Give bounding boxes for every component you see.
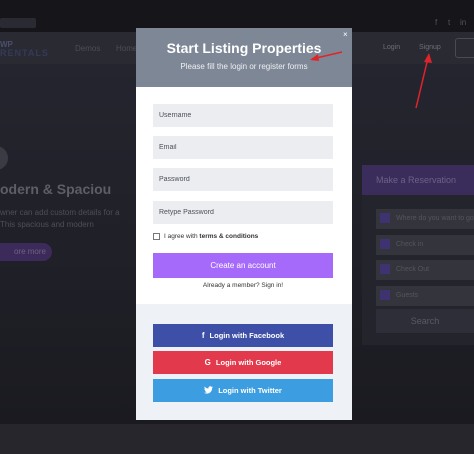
site-footer (0, 424, 474, 454)
google-icon: G (204, 358, 211, 367)
reservation-guests-field[interactable]: Guests (376, 286, 474, 306)
facebook-icon[interactable]: f (435, 18, 437, 27)
hero-title: odern & Spaciou (0, 181, 112, 197)
linkedin-icon[interactable]: in (460, 18, 466, 27)
reservation-search-button[interactable]: Search (376, 309, 474, 333)
reservation-where-field[interactable]: Where do you want to go (376, 209, 474, 229)
facebook-login-button[interactable]: f Login with Facebook (153, 324, 333, 347)
password-field[interactable] (153, 168, 333, 191)
terms-checkbox[interactable] (153, 233, 160, 240)
reservation-title: Make a Reservation (376, 175, 457, 185)
create-account-button[interactable]: Create an account (153, 253, 333, 278)
reservation-checkin-text: Check in (396, 241, 424, 248)
google-login-button[interactable]: G Login with Google (153, 351, 333, 374)
reservation-header: Make a Reservation (362, 165, 474, 195)
nav-submit-property-button[interactable] (455, 38, 474, 58)
retype-password-field[interactable] (153, 201, 333, 224)
twitter-login-label: Login with Twitter (218, 386, 282, 395)
calendar-icon (380, 264, 390, 274)
facebook-icon: f (201, 331, 205, 340)
facebook-login-label: Login with Facebook (209, 331, 285, 340)
terms-label: I agree with terms & conditions (164, 233, 258, 241)
nav-signup[interactable]: Signup (419, 44, 441, 51)
email-field[interactable] (153, 136, 333, 159)
nav-home[interactable]: Home (116, 44, 137, 53)
reservation-checkout-field[interactable]: Check Out (376, 260, 474, 280)
terms-link[interactable]: terms & conditions (199, 233, 258, 240)
calendar-icon (380, 239, 390, 249)
google-login-label: Login with Google (215, 358, 282, 367)
twitter-icon[interactable]: t (448, 18, 450, 27)
reservation-checkout-text: Check Out (396, 266, 430, 273)
modal-header: Start Listing Properties Please fill the… (136, 28, 352, 87)
reservation-where-text: Where do you want to go (396, 215, 474, 222)
username-field[interactable] (153, 104, 333, 127)
modal-title: Start Listing Properties (166, 40, 322, 56)
nav-demos[interactable]: Demos (75, 44, 100, 53)
reservation-checkin-field[interactable]: Check in (376, 235, 474, 255)
sign-in-link[interactable]: Already a member? Sign in! (153, 282, 333, 289)
hero-more-button[interactable]: ore more (0, 243, 52, 261)
site-logo-bottom[interactable]: RENTALS (0, 48, 49, 58)
modal-subtitle: Please fill the login or register forms (180, 62, 308, 71)
reservation-guests-text: Guests (396, 292, 419, 299)
twitter-icon (204, 386, 214, 394)
twitter-login-button[interactable]: Login with Twitter (153, 379, 333, 402)
close-icon[interactable]: × (343, 30, 351, 40)
nav-login[interactable]: Login (383, 44, 400, 51)
terms-prefix: I agree with (164, 233, 198, 240)
top-bar-contact (0, 18, 36, 28)
hero-desc-line-2: This spacious and modern (0, 220, 94, 229)
location-icon (380, 213, 390, 223)
hero-desc-line-1: wner can add custom details for a (0, 208, 120, 217)
user-icon (380, 290, 390, 300)
